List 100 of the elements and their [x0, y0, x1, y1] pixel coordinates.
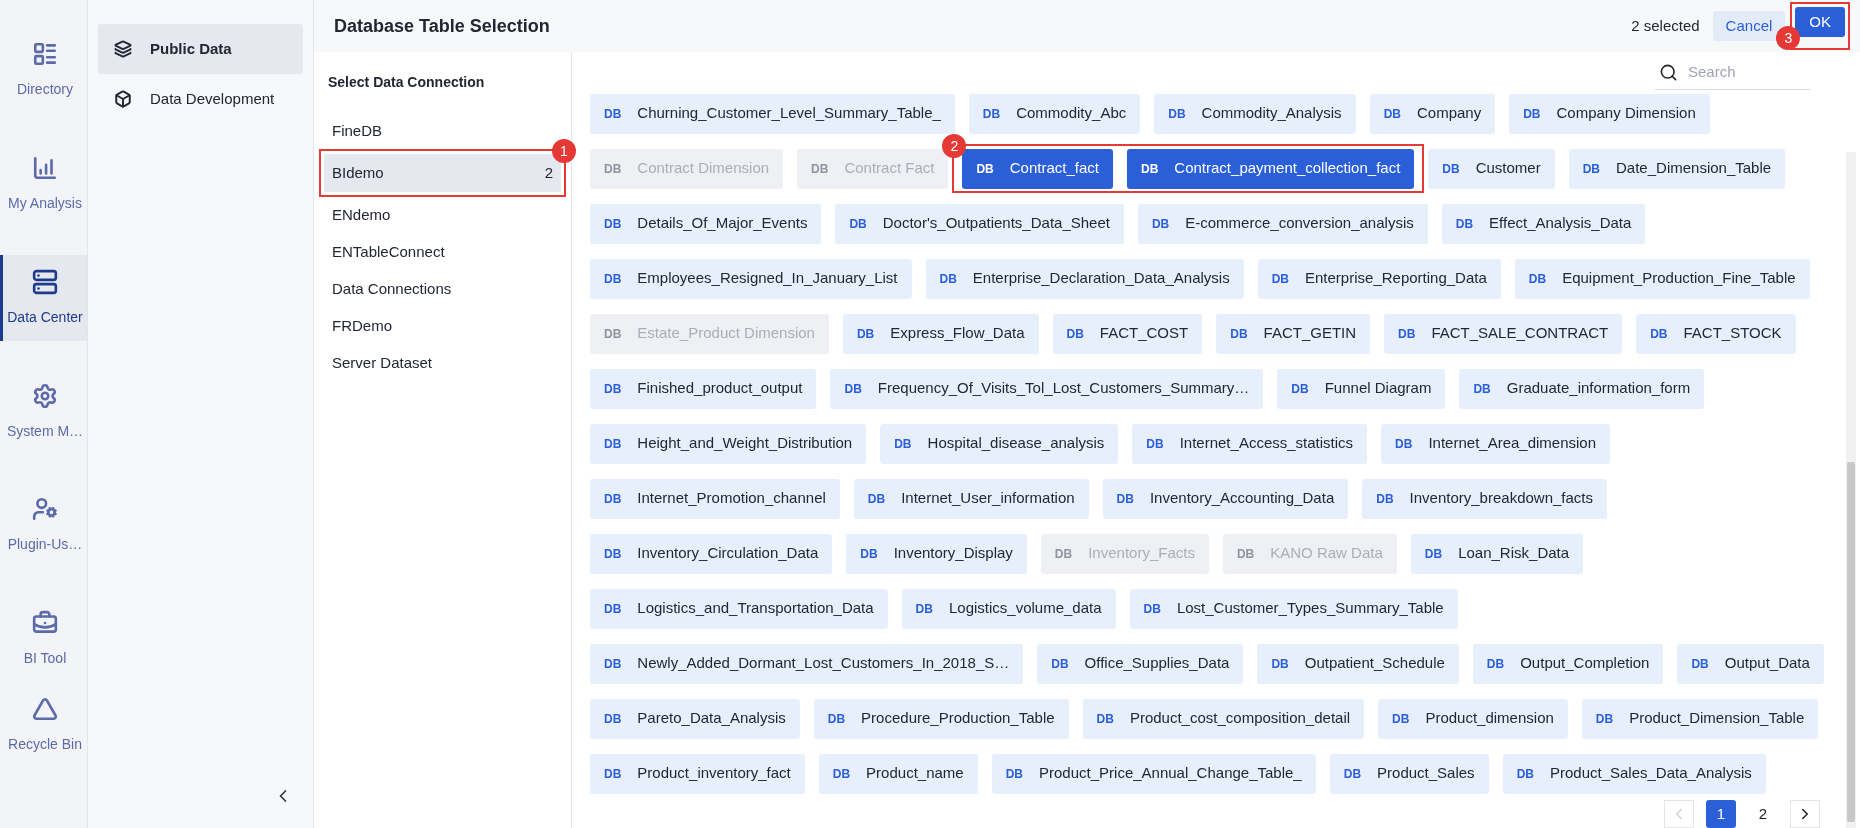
db-tag: DB	[1473, 379, 1491, 398]
rail-item[interactable]: BI Tool	[0, 596, 87, 683]
table-chip[interactable]: DB Internet_Promotion_channel	[590, 478, 840, 519]
table-chip[interactable]: DB FACT_SALE_CONTRACT	[1384, 313, 1623, 354]
table-chip[interactable]: DB Height_and_Weight_Distribution	[590, 423, 867, 464]
db-tag: DB	[982, 104, 1001, 123]
table-chip[interactable]: DB Product_Dimension_Table	[1581, 698, 1819, 739]
table-chip[interactable]: DB Product_Sales	[1329, 753, 1489, 794]
table-chip[interactable]: DB Enterprise_Reporting_Data	[1257, 258, 1501, 299]
table-chip[interactable]: DB Effect_Analysis_Data	[1441, 203, 1646, 244]
nav-item[interactable]: Public Data	[98, 24, 303, 74]
db-tag: DB	[604, 434, 622, 453]
table-chip[interactable]: DB Office_Supplies_Data	[1037, 643, 1244, 684]
table-chip[interactable]: DB Funnel Diagram	[1277, 368, 1446, 409]
table-chip[interactable]: DB Lost_Customer_Types_Summary_Table	[1129, 588, 1458, 629]
nav-item[interactable]: Data Development	[98, 74, 303, 124]
table-chip[interactable]: DB Loan_Risk_Data	[1410, 533, 1584, 574]
table-chip[interactable]: DB Frequency_Of_Visits_Tol_Lost_Customers_Summary…	[830, 368, 1264, 409]
table-chip[interactable]: DB Newly_Added_Dormant_Lost_Customers_In_2018_S…	[590, 643, 1024, 684]
table-chip[interactable]: DB Internet_Access_statistics	[1132, 423, 1368, 464]
table-chip[interactable]: DB Details_Of_Major_Events	[590, 203, 822, 244]
table-chip[interactable]: DB Company	[1369, 93, 1496, 134]
table-chip[interactable]: DB Equipment_Production_Fine_Table	[1514, 258, 1810, 299]
db-tag: DB	[976, 159, 994, 178]
db-tag: DB	[1236, 544, 1255, 563]
table-chip[interactable]: DB Product_Price_Annual_Change_Table_	[991, 753, 1316, 794]
table-chip[interactable]: DB Churning_Customer_Level_Summary_Table_	[590, 93, 955, 134]
table-chip[interactable]: DB Inventory_Accounting_Data	[1102, 478, 1349, 519]
search-field[interactable]: Search	[1688, 60, 1798, 84]
db-tag: DB	[1376, 489, 1394, 508]
table-chip[interactable]: DB Logistics_and_Transportation_Data	[590, 588, 888, 629]
step-badge: 1	[552, 139, 576, 163]
db-tag: DB	[1383, 104, 1401, 123]
rail-item[interactable]: System M…	[0, 369, 87, 455]
connection-item[interactable]: Data Connections	[324, 270, 561, 308]
connection-item[interactable]: Server Dataset	[324, 344, 561, 382]
table-chip[interactable]: DB Date_Dimension_Table	[1568, 148, 1786, 189]
table-chip[interactable]: DB Product_inventory_fact	[590, 753, 805, 794]
table-chip[interactable]: DB Contract_fact	[962, 148, 1113, 189]
table-chip[interactable]: DB Product_dimension	[1378, 698, 1568, 739]
table-chip[interactable]: DB Output_Completion	[1472, 643, 1664, 684]
table-chip[interactable]: DB Graduate_information_form	[1459, 368, 1705, 409]
table-chip[interactable]: DB E-commerce_conversion_analysis	[1137, 203, 1428, 244]
table-chip[interactable]: DB Product_Sales_Data_Analysis	[1502, 753, 1766, 794]
cancel-button[interactable]: Cancel	[1712, 11, 1786, 41]
scrollbar[interactable]	[1846, 152, 1856, 828]
db-tag: DB	[1116, 489, 1134, 508]
table-chip[interactable]: DB Procedure_Production_Table	[813, 698, 1069, 739]
db-tag: DB	[1486, 654, 1505, 673]
ok-button[interactable]: OK	[1795, 7, 1845, 37]
rail-item[interactable]: My Analysis	[0, 141, 87, 228]
list-icon	[32, 41, 58, 68]
table-chip[interactable]: DB Output_Data	[1677, 643, 1824, 684]
page-button[interactable]: 2	[1748, 800, 1778, 828]
table-chip[interactable]: DB FACT_COST	[1052, 313, 1203, 354]
db-tag: DB	[604, 324, 622, 343]
table-chip[interactable]: DB Hospital_disease_analysis	[880, 423, 1119, 464]
table-chip[interactable]: DB Doctor's_Outpatients_Data_Sheet	[835, 203, 1124, 244]
table-chip[interactable]: DB Contract_payment_collection_fact	[1127, 148, 1415, 189]
table-chip[interactable]: DB Internet_User_information	[853, 478, 1089, 519]
rail-item[interactable]: Plugin-Us…	[0, 482, 87, 569]
table-chip[interactable]: DB Product_cost_composition_detail	[1082, 698, 1365, 739]
table-chip[interactable]: DB Pareto_Data_Analysis	[590, 698, 800, 739]
next-page-button[interactable]	[1790, 800, 1820, 828]
rail-item[interactable]: Data Center	[0, 255, 87, 342]
table-chip[interactable]: DB FACT_GETIN	[1216, 313, 1371, 354]
db-tag: DB	[1398, 324, 1416, 343]
db-tag: DB	[604, 214, 622, 233]
table-chip[interactable]: DB Inventory_Circulation_Data	[590, 533, 833, 574]
db-tag: DB	[1054, 544, 1073, 563]
connection-item[interactable]: FRDemo	[324, 307, 561, 345]
db-tag: DB	[1442, 159, 1460, 178]
table-chip[interactable]: DB Commodity_Analysis	[1154, 93, 1356, 134]
table-chip[interactable]: DB FACT_STOCK	[1636, 313, 1796, 354]
db-tag: DB	[849, 214, 867, 233]
connection-item[interactable]: BIdemo 2	[324, 154, 561, 192]
rail-item[interactable]: Directory	[0, 28, 87, 114]
selected-count: 2 selected	[1631, 15, 1700, 36]
connection-item[interactable]: ENTableConnect	[324, 233, 561, 271]
table-chip[interactable]: DB Logistics_volume_data	[901, 588, 1116, 629]
table-chip[interactable]: DB Express_Flow_Data	[842, 313, 1039, 354]
db-tag: DB	[1516, 764, 1534, 783]
table-chip[interactable]: DB Commodity_Abc	[968, 93, 1141, 134]
table-chip[interactable]: DB Employees_Resigned_In_January_List	[590, 258, 912, 299]
page-button[interactable]: 1	[1706, 800, 1736, 828]
table-chip[interactable]: DB Inventory_Display	[846, 533, 1027, 574]
table-chip[interactable]: DB Customer	[1428, 148, 1555, 189]
table-chip[interactable]: DB Product_name	[818, 753, 978, 794]
connection-item[interactable]: ENdemo	[324, 196, 561, 234]
table-chip[interactable]: DB Inventory_breakdown_facts	[1362, 478, 1608, 519]
db-tag: DB	[604, 544, 622, 563]
table-chip[interactable]: DB Finished_product_output	[590, 368, 817, 409]
table-chip[interactable]: DB Enterprise_Declaration_Data_Analysis	[925, 258, 1244, 299]
table-chip[interactable]: DB Internet_Area_dimension	[1381, 423, 1611, 464]
cube-icon	[114, 90, 132, 108]
server-icon	[32, 268, 58, 295]
table-chip[interactable]: DB Company Dimension	[1509, 93, 1710, 134]
db-tag: DB	[915, 599, 933, 618]
rail-item[interactable]: Recycle Bin	[0, 682, 87, 769]
table-chip[interactable]: DB Outpatient_Schedule	[1257, 643, 1459, 684]
